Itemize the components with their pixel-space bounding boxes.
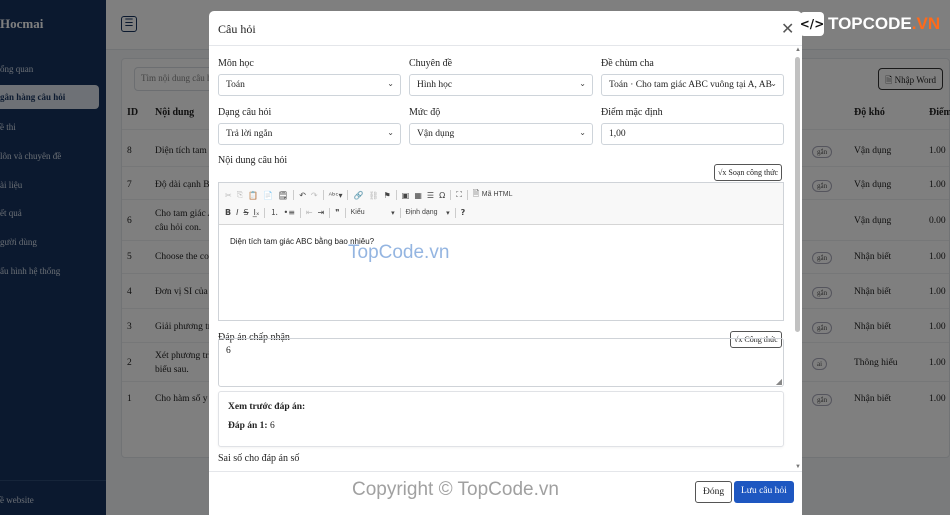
caret-icon: ▾ [391, 209, 395, 217]
unlink-icon[interactable]: ⛓ [368, 191, 378, 200]
format-dropdown[interactable]: Định dạng ▾ [406, 209, 450, 217]
indent-icon[interactable]: ⇥ [318, 208, 325, 217]
styles-dropdown[interactable]: Kiểu ▾ [351, 209, 395, 217]
close-button[interactable]: Đóng [695, 481, 733, 503]
editor-toolbar: ✂ ⎘ 📋 📄 🗒 ↶ ↷ ᴬᵇᶜ▾ 🔗 ⛓ ⚑ ▣ ▦ ☰ Ω ⛶ 🗎 Mã … [219, 183, 783, 225]
topcode-shield-icon: </> [800, 12, 824, 36]
formula-editor-button[interactable]: √x Soạn công thức [714, 164, 783, 181]
source-code-button[interactable]: 🗎 Mã HTML [473, 188, 513, 202]
format-label: Định dạng [405, 208, 438, 216]
special-char-icon[interactable]: Ω [439, 191, 445, 200]
scroll-up-icon[interactable]: ▲ [794, 47, 802, 53]
formula-editor-label: Soạn công thức [728, 168, 779, 177]
blockquote-icon[interactable]: ❞ [335, 208, 339, 217]
parent-label: Đề chùm cha [601, 58, 654, 69]
source-icon: 🗎 [472, 189, 480, 198]
question-type-select[interactable]: Trả lời ngắn ⌄ [218, 123, 401, 145]
center-watermark: TopCode.vn [348, 242, 450, 263]
level-select[interactable]: Vận dụng ⌄ [409, 123, 593, 145]
remove-format-icon[interactable]: I̲ₓ [254, 208, 260, 217]
parent-select[interactable]: Toán · Cho tam giác ABC vuông tại A, AB … [601, 74, 784, 96]
logo-suffix: .VN [911, 14, 941, 33]
content-label: Nội dung câu hỏi [218, 155, 288, 166]
copy-icon[interactable]: ⎘ [237, 190, 243, 200]
preview-answer-label: Đáp án 1: [228, 421, 268, 431]
strikethrough-icon[interactable]: S [243, 208, 248, 217]
image-icon[interactable]: ▣ [402, 191, 410, 200]
modal-title: Câu hỏi [218, 22, 256, 36]
preview-answer-value: 6 [269, 421, 275, 431]
accepted-answer-value: 6 [226, 346, 231, 356]
modal-scrollbar[interactable]: ▲ ▼ [794, 47, 802, 470]
level-label: Mức độ [409, 107, 441, 118]
paste-text-icon[interactable]: 📄 [263, 191, 273, 200]
redo-icon[interactable]: ↷ [311, 191, 318, 200]
paste-icon[interactable]: 📋 [248, 191, 258, 200]
close-icon[interactable]: ✕ [781, 19, 794, 38]
save-question-button[interactable]: Lưu câu hỏi [734, 481, 794, 503]
chevron-down-icon: ⌄ [579, 79, 586, 88]
numbered-list-icon[interactable]: ⒈ [270, 207, 278, 218]
bold-icon[interactable]: B [225, 208, 231, 217]
horizontal-line-icon[interactable]: ☰ [427, 191, 434, 200]
chevron-down-icon: ⌄ [770, 79, 777, 88]
answer-preview: Xem trước đáp án: Đáp án 1: 6 [218, 391, 784, 447]
spellcheck-icon[interactable]: ᴬᵇᶜ▾ [329, 191, 343, 200]
maximize-icon[interactable]: ⛶ [456, 190, 462, 200]
question-modal: Câu hỏi ✕ Môn học Toán ⌄ Chuyên đề Hình … [209, 11, 802, 515]
question-type-value: Trả lời ngắn [226, 129, 273, 139]
caret-icon: ▾ [446, 209, 450, 217]
paste-word-icon[interactable]: 🗒 [278, 191, 288, 200]
chevron-down-icon: ⌄ [579, 128, 586, 137]
styles-label: Kiểu [350, 208, 365, 216]
preview-title: Xem trước đáp án: [228, 402, 306, 412]
rich-text-editor: ✂ ⎘ 📋 📄 🗒 ↶ ↷ ᴬᵇᶜ▾ 🔗 ⛓ ⚑ ▣ ▦ ☰ Ω ⛶ 🗎 Mã … [218, 182, 784, 321]
sqrt-icon: √x [718, 168, 727, 177]
default-score-input[interactable]: 1,00 [601, 123, 784, 145]
help-icon[interactable]: ? [461, 208, 466, 217]
topic-select[interactable]: Hình học ⌄ [409, 74, 593, 96]
cut-icon[interactable]: ✂ [225, 191, 232, 200]
default-score-label: Điểm mặc định [601, 107, 663, 118]
parent-value: Toán · Cho tam giác ABC vuông tại A, AB [609, 80, 772, 90]
level-value: Vận dụng [417, 129, 455, 139]
copyright-watermark: Copyright © TopCode.vn [352, 479, 559, 500]
question-type-label: Dạng câu hỏi [218, 107, 272, 118]
modal-body: Môn học Toán ⌄ Chuyên đề Hình học ⌄ Đề c… [209, 47, 802, 470]
topic-value: Hình học [417, 80, 453, 90]
modal-header: Câu hỏi ✕ [209, 11, 802, 46]
anchor-flag-icon[interactable]: ⚑ [384, 191, 391, 200]
scrollbar-thumb[interactable] [795, 57, 800, 332]
resize-grip-icon[interactable]: ◢ [776, 377, 782, 386]
italic-icon[interactable]: I [236, 208, 238, 217]
table-icon[interactable]: ▦ [414, 191, 422, 200]
subject-select[interactable]: Toán ⌄ [218, 74, 401, 96]
chevron-down-icon: ⌄ [387, 128, 394, 137]
topic-label: Chuyên đề [409, 58, 453, 69]
bullet-list-icon[interactable]: •≡ [283, 208, 294, 217]
outdent-icon[interactable]: ⇤ [306, 208, 313, 217]
source-label: Mã HTML [481, 191, 513, 198]
preview-answer-line: Đáp án 1: 6 [228, 421, 275, 431]
subject-label: Môn học [218, 58, 254, 69]
scroll-down-icon[interactable]: ▼ [794, 464, 802, 470]
tolerance-label: Sai số cho đáp án số [218, 453, 300, 464]
logo-prefix: TOPCODE [828, 14, 912, 33]
accepted-answer-textarea[interactable]: 6 ◢ [218, 338, 784, 387]
undo-icon[interactable]: ↶ [299, 191, 306, 200]
topcode-logo-watermark: </> TOPCODE.VN [800, 12, 940, 36]
link-icon[interactable]: 🔗 [353, 191, 363, 200]
chevron-down-icon: ⌄ [387, 79, 394, 88]
subject-value: Toán [226, 80, 245, 90]
